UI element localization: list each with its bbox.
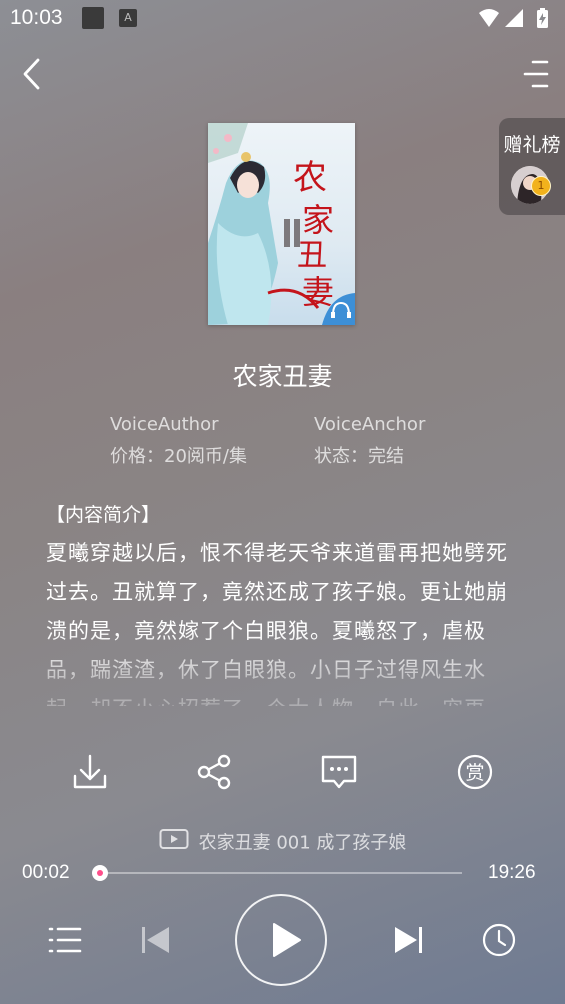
- playlist-button[interactable]: [43, 918, 87, 962]
- wifi-icon: [479, 9, 499, 27]
- download-button[interactable]: [68, 750, 112, 794]
- chevron-left-icon: [23, 58, 40, 90]
- menu-icon: [523, 60, 549, 88]
- anchor: VoiceAnchor: [314, 414, 426, 435]
- next-button[interactable]: [387, 918, 431, 962]
- reward-button[interactable]: 赏: [453, 750, 497, 794]
- skip-next-icon: [395, 927, 422, 953]
- comment-button[interactable]: [317, 750, 361, 794]
- svg-text:家: 家: [302, 201, 334, 239]
- clock-icon: [482, 923, 516, 957]
- episode-title: 农家丑妻 001 成了孩子娘: [198, 832, 407, 854]
- reward-label: 赏: [465, 762, 484, 784]
- reward-icon: 赏: [457, 754, 493, 790]
- download-icon: [73, 754, 107, 789]
- playlist-menu-button[interactable]: [521, 56, 551, 92]
- notification-icon: [82, 7, 104, 29]
- intro-text: 夏曦穿越以后，恨不得老天爷来道雷再把她劈死过去。丑就算了，竟然还成了孩子娘。更让…: [46, 541, 508, 706]
- price: 价格：20阅币/集: [110, 446, 247, 467]
- intro-heading: 【内容简介】: [46, 504, 161, 526]
- book-title: 农家丑妻: [232, 362, 333, 391]
- keyboard-icon: A: [119, 9, 137, 27]
- previous-button[interactable]: [133, 918, 177, 962]
- status-time: 10:03: [10, 6, 63, 29]
- share-button[interactable]: [192, 750, 236, 794]
- svg-text:妻: 妻: [302, 273, 334, 311]
- elapsed-time: 00:02: [22, 862, 70, 883]
- svg-text:丑: 丑: [297, 238, 327, 273]
- book-cover: 农 家 丑 妻: [208, 123, 355, 325]
- play-icon: [273, 923, 301, 957]
- current-episode[interactable]: 农家丑妻 001 成了孩子娘: [0, 828, 565, 855]
- skip-previous-icon: [142, 927, 169, 953]
- progress-thumb[interactable]: [92, 865, 108, 881]
- gift-ranking-button[interactable]: 赠礼榜 1: [499, 118, 565, 215]
- video-icon: [159, 828, 189, 855]
- share-icon: [197, 754, 231, 790]
- list-icon: [48, 927, 82, 953]
- signal-icon: [505, 9, 523, 27]
- author: VoiceAuthor: [110, 414, 219, 435]
- back-button[interactable]: [18, 56, 48, 92]
- gift-ranking-title: 赠礼榜: [503, 134, 561, 156]
- comment-icon: [321, 755, 357, 789]
- progress-track[interactable]: [100, 872, 462, 874]
- status-icons: [477, 7, 553, 33]
- cover-title: 农: [293, 158, 327, 198]
- duration-time: 19:26: [488, 862, 536, 883]
- sleep-timer-button[interactable]: [477, 918, 521, 962]
- status: 状态：完结: [314, 446, 404, 467]
- play-button[interactable]: [235, 894, 327, 986]
- intro-section[interactable]: 夏曦穿越以后，恨不得老天爷来道雷再把她劈死过去。丑就算了，竟然还成了孩子娘。更让…: [46, 534, 526, 706]
- battery-icon: [537, 8, 548, 28]
- rank-medal-icon: 1: [531, 176, 551, 196]
